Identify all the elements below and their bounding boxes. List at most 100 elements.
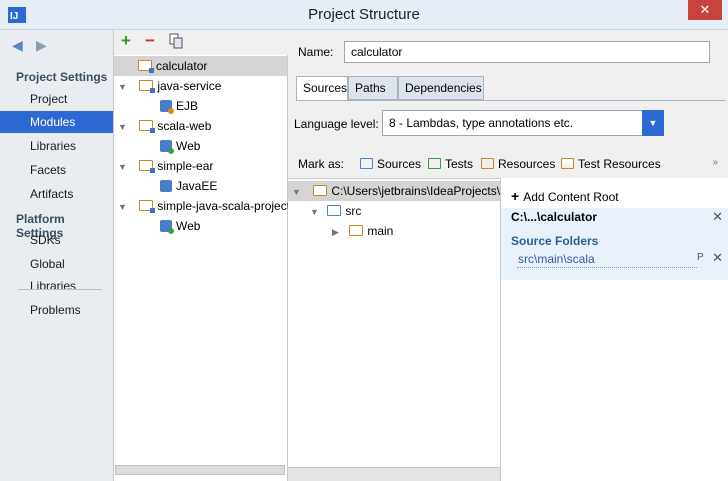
facet-item-web[interactable]: Web (114, 216, 200, 236)
expand-arrow-icon[interactable]: ▼ (118, 197, 128, 217)
sidebar-item-project[interactable]: Project (0, 88, 113, 110)
mark-resources-button[interactable]: Resources (481, 157, 555, 171)
remove-content-root-button[interactable]: ✕ (712, 209, 723, 225)
mark-test-resources-label: Test Resources (578, 157, 661, 171)
module-item-java-service[interactable]: ▼ java-service (114, 76, 221, 96)
sidebar-item-libraries[interactable]: Libraries (0, 135, 113, 157)
folder-label: src (345, 204, 362, 218)
sidebar-item-global-libraries[interactable]: Global Libraries (0, 253, 113, 293)
horizontal-scrollbar[interactable] (115, 465, 285, 475)
folder-item-src[interactable]: ▼ src (288, 201, 361, 221)
folder-item-main[interactable]: ▶ main (288, 221, 393, 241)
nav-arrows: ◀ ▶ (12, 38, 60, 53)
chevron-down-icon[interactable]: ▼ (642, 110, 664, 136)
project-settings-header: Project Settings (16, 70, 108, 84)
title-bar: IJ Project Structure ✕ (0, 0, 728, 30)
source-folder-path[interactable]: src\main\scala (518, 252, 595, 266)
module-label: java-service (157, 79, 222, 93)
plus-icon: + (511, 188, 520, 204)
source-folders-label: Source Folders (511, 234, 599, 248)
mark-test-resources-button[interactable]: Test Resources (561, 157, 661, 171)
add-content-root-label: Add Content Root (523, 190, 619, 204)
expand-arrow-icon[interactable]: ▼ (292, 182, 302, 201)
content-root-tree: ▼ C:\Users\jetbrains\IdeaProjects\s ▼ sr… (288, 178, 500, 481)
content-root-item[interactable]: ▼ C:\Users\jetbrains\IdeaProjects\s (288, 181, 500, 201)
module-item-calculator[interactable]: calculator (114, 56, 287, 76)
language-level-select[interactable]: 8 - Lambdas, type annotations etc. ▼ (382, 110, 664, 136)
content-root-box: C:\...\calculator ✕ Source Folders src\m… (501, 208, 728, 280)
back-arrow-icon[interactable]: ◀ (12, 38, 28, 52)
settings-sidebar: ◀ ▶ Project Settings Project Modules Libr… (0, 30, 114, 481)
divider (18, 289, 102, 290)
module-label: calculator (156, 59, 208, 73)
module-folder-icon (139, 160, 156, 173)
test-resources-folder-icon (561, 158, 574, 169)
module-item-scala-web[interactable]: ▼ scala-web (114, 116, 211, 136)
module-item-simple-java-scala-project[interactable]: ▼ simple-java-scala-project (114, 196, 290, 216)
sidebar-item-facets[interactable]: Facets (0, 159, 113, 181)
module-detail-panel: Name: calculator Sources Paths Dependenc… (288, 30, 728, 481)
name-label: Name: (298, 45, 334, 59)
more-icon[interactable]: » (712, 157, 718, 168)
sources-folder-icon (327, 205, 342, 216)
mark-tests-label: Tests (445, 157, 474, 171)
add-content-root-button[interactable]: + Add Content Root (511, 188, 619, 204)
sidebar-item-modules[interactable]: Modules (0, 111, 113, 133)
folder-icon (349, 225, 364, 236)
remove-module-button[interactable]: − (142, 32, 158, 49)
tab-divider (296, 100, 726, 101)
tests-folder-icon (428, 158, 441, 169)
content-root-path: C:\...\calculator (511, 210, 598, 224)
expand-arrow-icon[interactable]: ▼ (118, 77, 128, 97)
module-label: simple-ear (157, 159, 214, 173)
expand-arrow-icon[interactable]: ▼ (118, 117, 128, 137)
tab-paths[interactable]: Paths (348, 76, 398, 100)
tab-dependencies[interactable]: Dependencies (398, 76, 484, 100)
content-root-panel: + Add Content Root C:\...\calculator ✕ So… (500, 178, 728, 481)
root-path-label: C:\Users\jetbrains\IdeaProjects\s (331, 184, 500, 198)
folder-icon (313, 185, 328, 196)
tab-sources[interactable]: Sources (296, 76, 348, 101)
facet-label: JavaEE (176, 179, 218, 193)
mark-as-label: Mark as: (298, 157, 345, 171)
sidebar-item-artifacts[interactable]: Artifacts (0, 183, 113, 205)
sidebar-item-problems[interactable]: Problems (0, 299, 113, 321)
module-item-simple-ear[interactable]: ▼ simple-ear (114, 156, 213, 176)
resources-folder-icon (481, 158, 494, 169)
sidebar-item-sdks[interactable]: SDKs (0, 229, 113, 251)
forward-arrow-icon[interactable]: ▶ (36, 38, 52, 52)
facet-item-javaee[interactable]: JavaEE (114, 176, 217, 196)
facet-label: Web (176, 219, 201, 233)
horizontal-scrollbar[interactable] (288, 467, 500, 481)
module-folder-icon (139, 200, 156, 213)
mark-resources-label: Resources (498, 157, 556, 171)
add-module-button[interactable]: + (118, 32, 134, 49)
window-title: Project Structure (308, 6, 420, 23)
collapse-arrow-icon[interactable]: ▶ (332, 222, 342, 242)
language-level-label: Language level: (294, 117, 379, 131)
folder-properties-button[interactable]: P (697, 252, 704, 263)
close-button[interactable]: ✕ (688, 0, 722, 20)
module-folder-icon (139, 120, 156, 133)
language-level-value: 8 - Lambdas, type annotations etc. (389, 116, 574, 130)
facet-label: Web (176, 139, 201, 153)
module-label: scala-web (157, 119, 212, 133)
module-toolbar: + − (114, 30, 288, 55)
expand-arrow-icon[interactable]: ▼ (118, 157, 128, 177)
web-facet-icon (160, 140, 174, 154)
javaee-facet-icon (160, 180, 172, 192)
ejb-facet-icon (160, 100, 174, 114)
mark-tests-button[interactable]: Tests (428, 157, 473, 171)
copy-icon[interactable] (168, 33, 184, 49)
facet-label: EJB (176, 99, 199, 113)
facet-item-web[interactable]: Web (114, 136, 200, 156)
dotted-divider (517, 267, 697, 268)
facet-item-ejb[interactable]: EJB (114, 96, 198, 116)
expand-arrow-icon[interactable]: ▼ (310, 202, 320, 222)
web-facet-icon (160, 220, 174, 234)
mark-sources-button[interactable]: Sources (360, 157, 421, 171)
module-tree-panel: + − calculator ▼ java-service EJB ▼ scal… (114, 30, 290, 481)
mark-sources-label: Sources (377, 157, 422, 171)
module-name-input[interactable]: calculator (344, 41, 710, 63)
remove-source-folder-button[interactable]: ✕ (712, 250, 723, 266)
